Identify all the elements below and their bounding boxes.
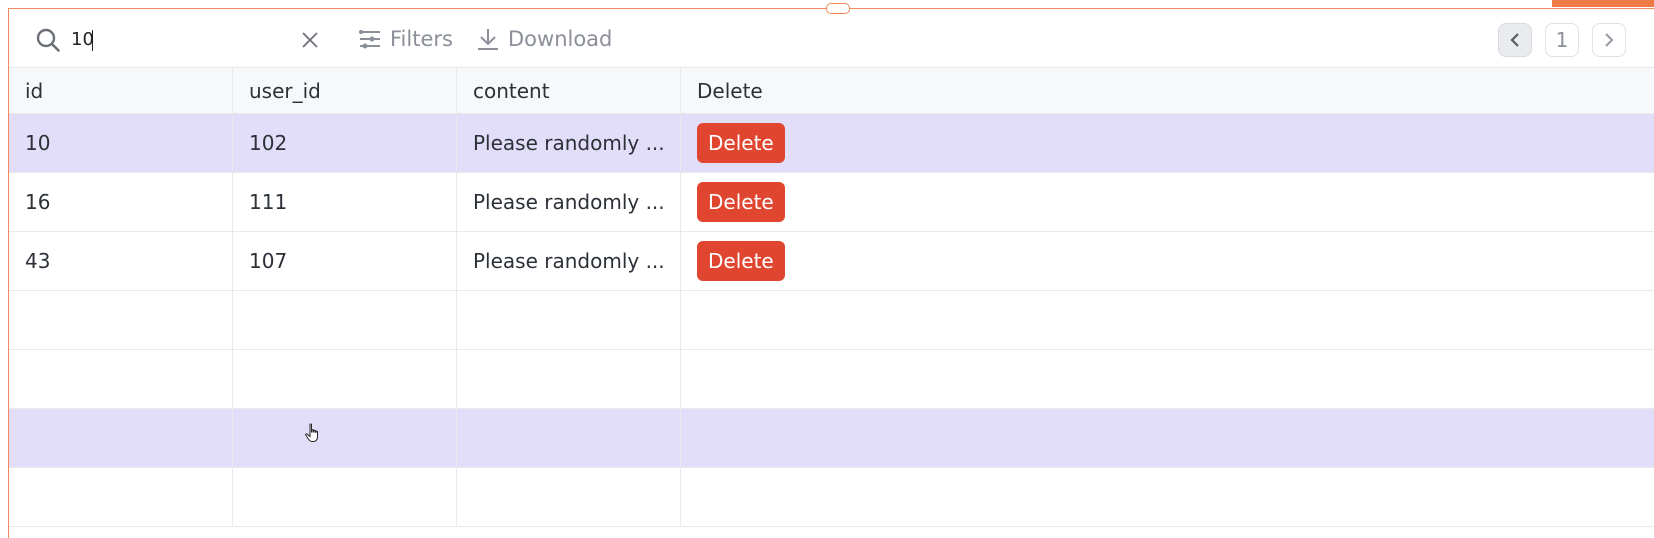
empty-cell[interactable] bbox=[9, 291, 233, 349]
cell-delete: Delete bbox=[681, 173, 1654, 231]
cell-delete: Delete bbox=[681, 232, 1654, 290]
column-header-delete[interactable]: Delete bbox=[681, 68, 1654, 113]
text-caret bbox=[92, 30, 93, 51]
empty-row-hovered[interactable] bbox=[9, 409, 1654, 468]
table-header-row: id user_id content Delete bbox=[9, 68, 1654, 114]
empty-cell[interactable] bbox=[233, 291, 457, 349]
cell-user-id[interactable]: 102 bbox=[233, 114, 457, 172]
empty-cell[interactable] bbox=[457, 291, 681, 349]
column-header-user-id[interactable]: user_id bbox=[233, 68, 457, 113]
column-header-content[interactable]: content bbox=[457, 68, 681, 113]
clear-icon[interactable] bbox=[301, 31, 319, 49]
download-button[interactable]: Download bbox=[476, 23, 612, 55]
table-toolbar: Filters Download 1 bbox=[9, 9, 1654, 68]
panel-corner-tab bbox=[1552, 0, 1654, 7]
table-row[interactable]: 16 111 Please randomly ... Delete bbox=[9, 173, 1654, 232]
download-icon bbox=[478, 29, 498, 50]
cell-id[interactable]: 16 bbox=[9, 173, 233, 231]
next-page-button[interactable] bbox=[1592, 23, 1626, 57]
empty-row[interactable] bbox=[9, 468, 1654, 527]
empty-cell[interactable] bbox=[233, 468, 457, 526]
cell-content[interactable]: Please randomly ... bbox=[457, 173, 681, 231]
search-input[interactable] bbox=[71, 25, 281, 53]
delete-button[interactable]: Delete bbox=[697, 182, 785, 222]
cell-user-id[interactable]: 107 bbox=[233, 232, 457, 290]
cell-content[interactable]: Please randomly ... bbox=[457, 114, 681, 172]
previous-page-button[interactable] bbox=[1498, 23, 1532, 57]
chevron-left-icon bbox=[1510, 33, 1519, 47]
cell-id[interactable]: 43 bbox=[9, 232, 233, 290]
cell-user-id[interactable]: 111 bbox=[233, 173, 457, 231]
cell-delete: Delete bbox=[681, 114, 1654, 172]
resize-handle[interactable] bbox=[826, 3, 850, 14]
data-table-panel: Filters Download 1 id user_id bbox=[8, 8, 1654, 538]
filters-icon bbox=[359, 30, 380, 49]
column-header-id[interactable]: id bbox=[9, 68, 233, 113]
empty-cell[interactable] bbox=[233, 409, 457, 467]
hand-cursor-icon bbox=[305, 423, 318, 442]
empty-cell[interactable] bbox=[681, 409, 1654, 467]
table-row[interactable]: 43 107 Please randomly ... Delete bbox=[9, 232, 1654, 291]
empty-cell[interactable] bbox=[457, 350, 681, 408]
search-icon bbox=[36, 28, 60, 52]
empty-cell[interactable] bbox=[681, 350, 1654, 408]
download-label: Download bbox=[508, 27, 613, 51]
delete-button[interactable]: Delete bbox=[697, 241, 785, 281]
current-page-indicator[interactable]: 1 bbox=[1545, 23, 1579, 57]
empty-cell[interactable] bbox=[457, 409, 681, 467]
empty-cell[interactable] bbox=[9, 468, 233, 526]
chevron-right-icon bbox=[1605, 33, 1614, 47]
filters-label: Filters bbox=[390, 27, 453, 51]
table-row[interactable]: 10 102 Please randomly ... Delete bbox=[9, 114, 1654, 173]
empty-cell[interactable] bbox=[681, 291, 1654, 349]
cell-id[interactable]: 10 bbox=[9, 114, 233, 172]
filters-button[interactable]: Filters bbox=[358, 23, 453, 55]
page-number: 1 bbox=[1555, 28, 1569, 52]
empty-row[interactable] bbox=[9, 291, 1654, 350]
cell-content[interactable]: Please randomly ... bbox=[457, 232, 681, 290]
empty-row[interactable] bbox=[9, 350, 1654, 409]
empty-cell[interactable] bbox=[457, 468, 681, 526]
delete-button[interactable]: Delete bbox=[697, 123, 785, 163]
data-grid: id user_id content Delete 10 102 Please … bbox=[9, 68, 1654, 527]
empty-cell[interactable] bbox=[681, 468, 1654, 526]
empty-cell[interactable] bbox=[9, 409, 233, 467]
empty-cell[interactable] bbox=[233, 350, 457, 408]
empty-cell[interactable] bbox=[9, 350, 233, 408]
